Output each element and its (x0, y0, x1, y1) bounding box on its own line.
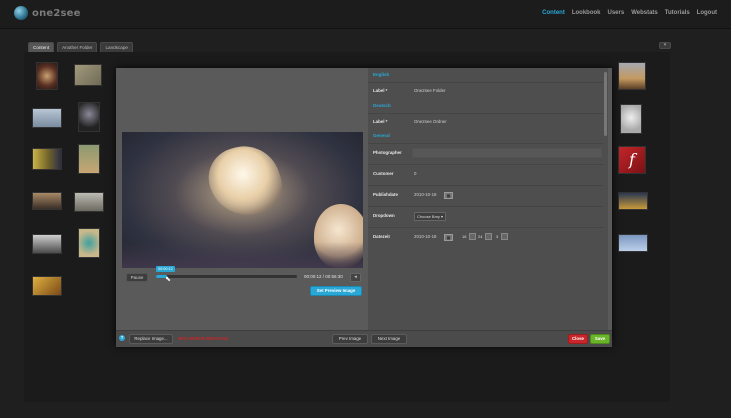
video-frame-splash (200, 136, 290, 226)
label-deutsch-input[interactable]: One2see Ordner (414, 119, 447, 124)
nav-lookbook[interactable]: Lookbook (572, 10, 601, 16)
cursor-pointer-icon: ⬉ (165, 276, 171, 283)
dropdown-select[interactable]: Choose Bmy ▾ (414, 212, 447, 221)
thumbnail[interactable] (74, 64, 102, 86)
pause-button[interactable]: Pause (126, 273, 148, 282)
thumbnail[interactable] (32, 108, 62, 128)
nav-users[interactable]: Users (608, 10, 625, 16)
section-deutsch: Deutsch (373, 103, 391, 108)
seek-time-tooltip: 00:00:12 (156, 266, 175, 272)
set-preview-image-button[interactable]: Set Preview Image (310, 286, 362, 296)
time-display: 00:00:12 / 00:56:30 (304, 274, 343, 279)
thumbnail[interactable] (32, 192, 62, 210)
dialog-footer: ? Replace Image... WAS ERROR MESSAGE Pre… (116, 330, 612, 347)
save-button[interactable]: Save (590, 334, 610, 344)
hour-value[interactable]: 16 (462, 234, 466, 239)
second-stepper[interactable] (501, 233, 508, 240)
photographer-input[interactable] (412, 148, 602, 158)
thumbnail[interactable] (78, 102, 100, 132)
form-row: Label * One2see Folder (368, 82, 603, 101)
form-row: Photographer (368, 143, 603, 162)
minute-stepper[interactable] (485, 233, 492, 240)
label-english-input[interactable]: One2see Folder (414, 88, 446, 93)
thumbnail[interactable] (36, 62, 58, 90)
field-label: Dropdown (373, 213, 395, 218)
collapse-button[interactable]: ▾ (659, 42, 671, 49)
thumbnail[interactable] (620, 104, 642, 134)
metadata-form: English Label * One2see Folder Deutsch L… (368, 68, 608, 330)
edit-media-dialog: Pause 00:00:12 ⬉ 00:00:12 / 00:56:30 ◂ S… (116, 68, 612, 347)
hour-stepper[interactable] (469, 233, 476, 240)
field-label: Datezeit (373, 234, 390, 239)
datezeit-date-input[interactable]: 2010-10-19 (414, 234, 436, 239)
dropdown-value: Choose Bmy (417, 214, 440, 219)
field-label: Customer (373, 171, 394, 176)
form-scrollbar[interactable] (604, 72, 607, 136)
prev-image-button[interactable]: Prev Image (332, 334, 368, 344)
field-label: Publishdate (373, 192, 398, 197)
form-row: Label * One2see Ordner (368, 113, 603, 132)
replace-image-button[interactable]: Replace Image... (129, 334, 173, 344)
second-value[interactable]: 3 (496, 234, 498, 239)
calendar-icon[interactable]: ▦ (444, 234, 453, 241)
nav-webstats[interactable]: Webstats (631, 10, 658, 16)
close-button[interactable]: Close (568, 334, 588, 344)
top-bar: one2see Content Lookbook Users Webstats … (0, 0, 731, 29)
video-preview[interactable] (122, 132, 363, 268)
calendar-icon[interactable]: ▦ (444, 192, 453, 199)
thumbnail[interactable] (78, 228, 100, 258)
section-general: General (373, 133, 390, 138)
thumbnail[interactable] (74, 192, 104, 212)
nav-content[interactable]: Content (542, 10, 565, 16)
thumbnail[interactable] (618, 192, 648, 210)
flash-file-icon[interactable]: f (618, 146, 646, 174)
nav-logout[interactable]: Logout (697, 10, 717, 16)
seek-bar[interactable] (156, 275, 297, 278)
customer-input[interactable]: 0 (414, 171, 416, 176)
main-nav: Content Lookbook Users Webstats Tutorial… (542, 10, 717, 16)
error-message: WAS ERROR MESSAGE (178, 336, 229, 341)
next-image-button[interactable]: Next Image (371, 334, 407, 344)
field-label: Label * (373, 119, 388, 124)
video-frame-shade (122, 242, 363, 268)
logo-globe-icon (14, 6, 28, 20)
form-row: Publishdate 2010-10-19 ▦ (368, 185, 603, 204)
form-row: Customer 0 (368, 164, 603, 183)
thumbnail[interactable] (32, 234, 62, 254)
thumbnail[interactable] (78, 144, 100, 174)
form-row: Datezeit 2010-10-19 ▦ 16 24 3 (368, 227, 603, 246)
thumbnail[interactable] (32, 148, 62, 170)
section-english: English (373, 72, 390, 77)
logo[interactable]: one2see (14, 6, 81, 20)
help-icon[interactable]: ? (119, 335, 125, 341)
minute-value[interactable]: 24 (478, 234, 482, 239)
logo-text: one2see (32, 7, 81, 19)
volume-icon[interactable]: ◂ (350, 273, 361, 282)
thumbnail[interactable] (618, 62, 646, 90)
thumbnail[interactable] (618, 234, 648, 252)
form-row: Dropdown Choose Bmy ▾ (368, 206, 603, 225)
publishdate-input[interactable]: 2010-10-19 (414, 192, 436, 197)
nav-tutorials[interactable]: Tutorials (665, 10, 690, 16)
field-label: Label * (373, 88, 388, 93)
thumbnail[interactable] (32, 276, 62, 296)
field-label: Photographer (373, 150, 402, 155)
